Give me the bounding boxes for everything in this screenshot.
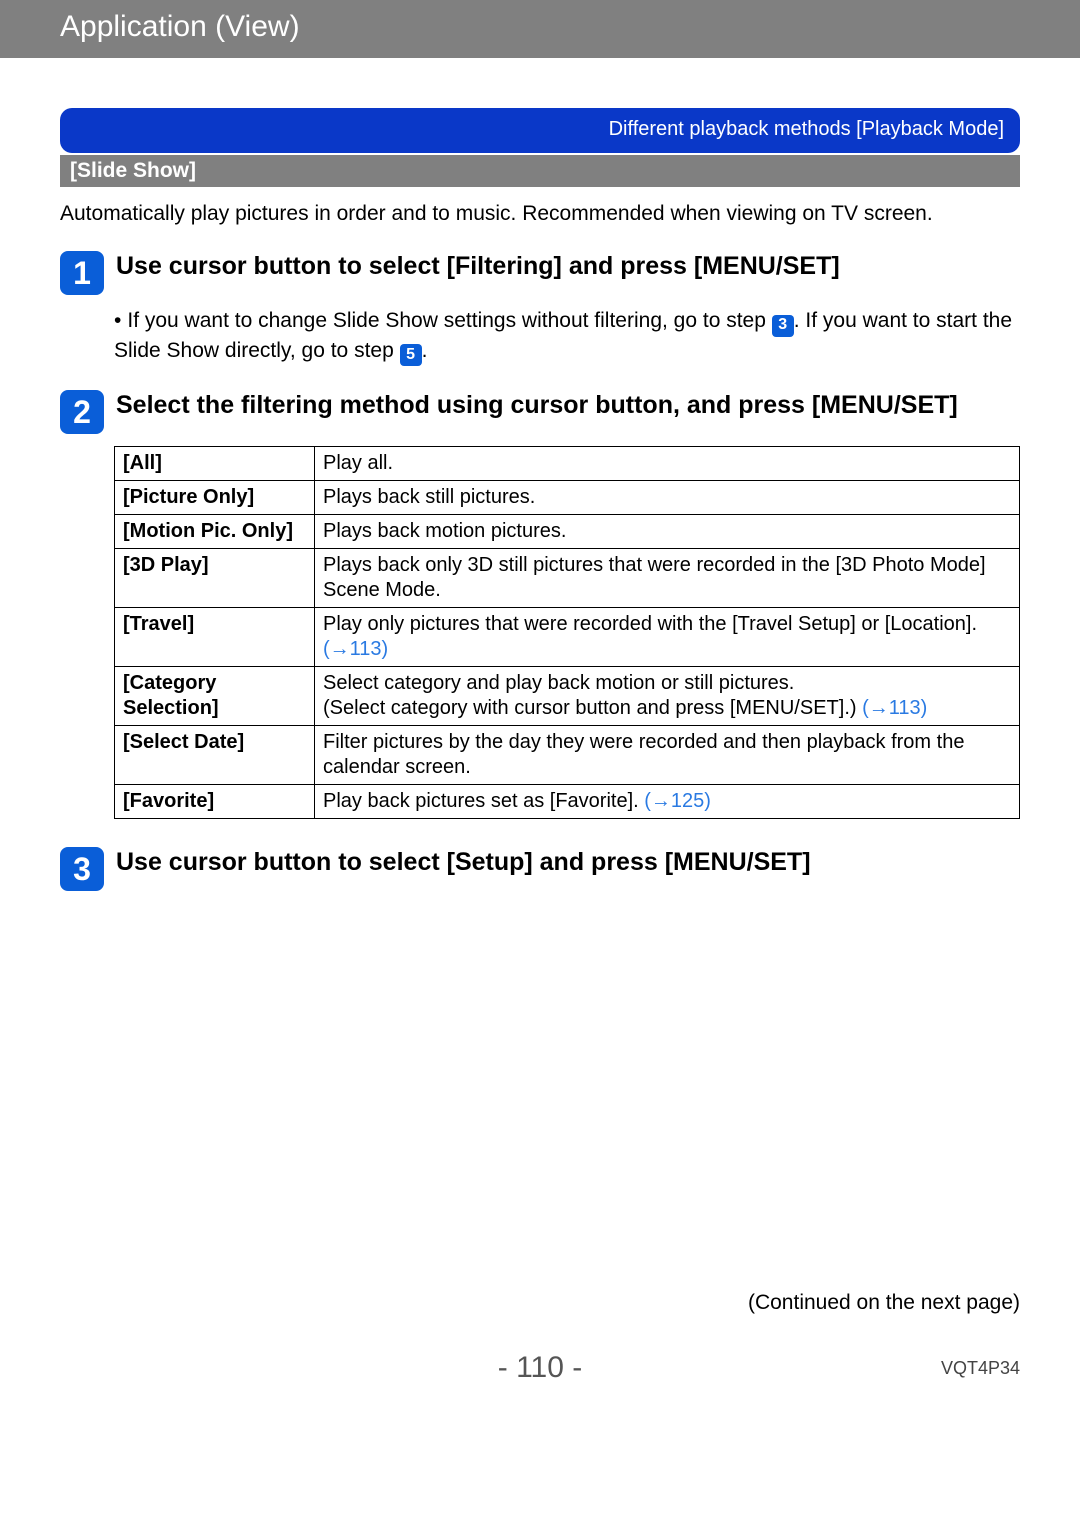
step-3-title: Use cursor button to select [Setup] and …: [116, 847, 1020, 877]
breadcrumb-banner: Different playback methods [Playback Mod…: [60, 108, 1020, 153]
section-subbar-text: [Slide Show]: [70, 159, 196, 182]
header-title: Application (View): [60, 10, 300, 43]
step-1: 1 Use cursor button to select [Filtering…: [60, 251, 1020, 295]
page-number: - 110 -: [0, 1351, 1080, 1385]
filter-value: Filter pictures by the day they were rec…: [315, 726, 1020, 785]
page-ref-link[interactable]: (→125): [644, 790, 711, 812]
step-2: 2 Select the filtering method using curs…: [60, 390, 1020, 434]
inline-step-ref-5[interactable]: 5: [400, 344, 422, 366]
filter-value: Select category and play back motion or …: [315, 667, 1020, 726]
table-row: [Picture Only]Plays back still pictures.: [115, 481, 1020, 515]
filter-value-text: Select category and play back motion or …: [323, 672, 862, 719]
page-ref-link[interactable]: (→113): [323, 638, 388, 660]
filter-value: Plays back still pictures.: [315, 481, 1020, 515]
step-1-title: Use cursor button to select [Filtering] …: [116, 251, 1020, 281]
page-ref-link[interactable]: (→113): [862, 697, 927, 719]
breadcrumb-text: Different playback methods [Playback Mod…: [609, 118, 1004, 140]
step-1-bullet-post: .: [422, 339, 428, 362]
intro-text: Automatically play pictures in order and…: [60, 201, 1020, 227]
filter-key: [3D Play]: [115, 549, 315, 608]
step-1-number-badge: 1: [60, 251, 104, 295]
continued-note: (Continued on the next page): [748, 1291, 1020, 1315]
section-subbar: [Slide Show]: [60, 155, 1020, 187]
filter-key: [Select Date]: [115, 726, 315, 785]
step-2-title: Select the filtering method using cursor…: [116, 390, 1020, 420]
filter-value: Plays back only 3D still pictures that w…: [315, 549, 1020, 608]
table-row: [Motion Pic. Only]Plays back motion pict…: [115, 515, 1020, 549]
filter-value: Play only pictures that were recorded wi…: [315, 608, 1020, 667]
table-row: [All]Play all.: [115, 447, 1020, 481]
filter-value: Play all.: [315, 447, 1020, 481]
step-3-number-badge: 3: [60, 847, 104, 891]
table-row: [Category Selection]Select category and …: [115, 667, 1020, 726]
table-row: [Favorite]Play back pictures set as [Fav…: [115, 785, 1020, 819]
table-row: [3D Play]Plays back only 3D still pictur…: [115, 549, 1020, 608]
filter-key: [Travel]: [115, 608, 315, 667]
document-id: VQT4P34: [941, 1358, 1020, 1379]
filter-key: [All]: [115, 447, 315, 481]
step-3: 3 Use cursor button to select [Setup] an…: [60, 847, 1020, 891]
step-2-number-badge: 2: [60, 390, 104, 434]
step-1-bullet-pre: If you want to change Slide Show setting…: [127, 309, 771, 332]
filter-value-text: Play only pictures that were recorded wi…: [323, 613, 977, 635]
filter-value: Plays back motion pictures.: [315, 515, 1020, 549]
filter-key: [Category Selection]: [115, 667, 315, 726]
filter-value: Play back pictures set as [Favorite]. (→…: [315, 785, 1020, 819]
header-bar: Application (View): [0, 0, 1080, 58]
filter-value-text: Play back pictures set as [Favorite].: [323, 790, 644, 812]
table-row: [Select Date]Filter pictures by the day …: [115, 726, 1020, 785]
bullet-dot-icon: •: [114, 309, 127, 332]
inline-step-ref-3[interactable]: 3: [772, 315, 794, 337]
step-1-bullet: •If you want to change Slide Show settin…: [60, 307, 1020, 366]
filter-key: [Picture Only]: [115, 481, 315, 515]
table-row: [Travel] Play only pictures that were rec…: [115, 608, 1020, 667]
filter-methods-table: [All]Play all.[Picture Only]Plays back s…: [114, 446, 1020, 819]
filter-key: [Motion Pic. Only]: [115, 515, 315, 549]
filter-key: [Favorite]: [115, 785, 315, 819]
